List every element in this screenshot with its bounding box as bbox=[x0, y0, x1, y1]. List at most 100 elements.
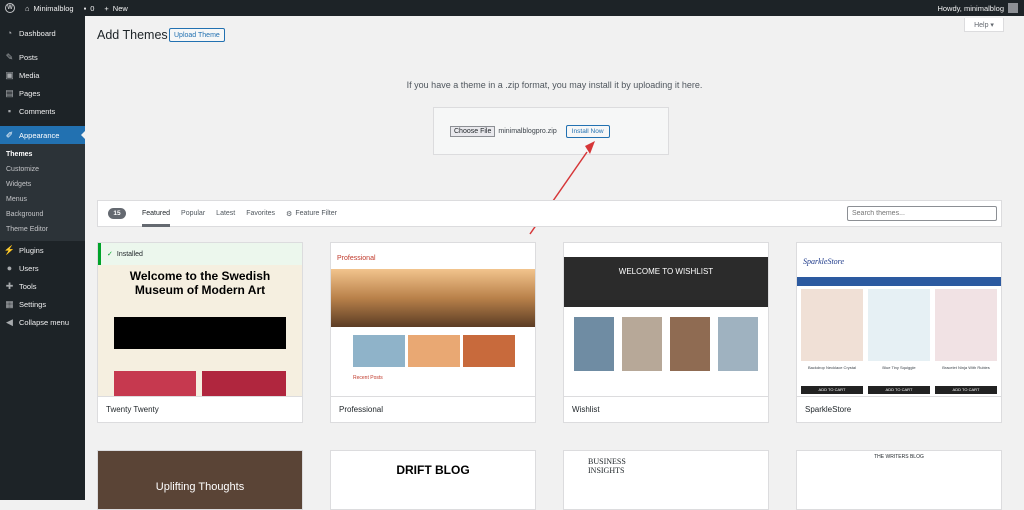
search-themes-input[interactable] bbox=[847, 206, 997, 221]
upload-theme-button[interactable]: Upload Theme bbox=[169, 28, 225, 42]
preview-block bbox=[114, 317, 286, 349]
menu-appearance[interactable]: ✐ Appearance bbox=[0, 126, 85, 144]
theme-card-row2[interactable]: DRIFT BLOG bbox=[330, 450, 536, 510]
preview-image bbox=[622, 317, 662, 371]
add-to-cart-button: ADD TO CART bbox=[935, 386, 997, 394]
menu-media[interactable]: ▣ Media bbox=[0, 66, 85, 84]
new-content-link[interactable]: + New bbox=[99, 0, 132, 16]
submenu-widgets[interactable]: Widgets bbox=[0, 177, 85, 192]
preview-product bbox=[935, 289, 997, 361]
preview-hero bbox=[564, 257, 768, 307]
pin-icon: ✎ bbox=[5, 51, 14, 62]
plug-icon: ⚡ bbox=[3, 244, 16, 255]
brush-icon: ✐ bbox=[5, 129, 14, 140]
theme-name: Professional bbox=[331, 396, 535, 422]
tab-latest[interactable]: Latest bbox=[216, 200, 235, 227]
wrench-icon: ✚ bbox=[5, 280, 14, 291]
theme-logo: SparkleStore bbox=[803, 257, 845, 266]
product-title: Blue Tiny Squiggle bbox=[882, 365, 916, 370]
preview-block bbox=[114, 371, 196, 396]
gear-icon: ⚙ bbox=[286, 210, 293, 218]
theme-headline: Uplifting Thoughts bbox=[155, 481, 245, 493]
submenu-customize[interactable]: Customize bbox=[0, 162, 85, 177]
menu-users[interactable]: ● Users bbox=[0, 259, 85, 277]
preview-product bbox=[868, 289, 930, 361]
help-tab[interactable]: Help ▾ bbox=[964, 18, 1004, 32]
theme-card-sparklestore[interactable]: SparkleStore Backdrop Necklace Crystal B… bbox=[796, 242, 1002, 423]
theme-screenshot: SparkleStore Backdrop Necklace Crystal B… bbox=[797, 243, 1001, 396]
theme-card-professional[interactable]: Professional Recent Posts Professional bbox=[330, 242, 536, 423]
product-title: Bracelet Ninja With Rubies bbox=[942, 365, 990, 370]
theme-name: Twenty Twenty bbox=[98, 396, 302, 422]
preview-image bbox=[574, 317, 614, 371]
main-content: Help ▾ Add Themes Upload Theme If you ha… bbox=[85, 16, 1024, 510]
tab-favorites[interactable]: Favorites bbox=[246, 200, 275, 227]
page-icon: ▤ bbox=[5, 87, 14, 98]
tab-featured[interactable]: Featured bbox=[142, 200, 171, 227]
wordpress-icon: W bbox=[5, 3, 15, 13]
dashboard-icon: ◔ bbox=[6, 28, 13, 38]
menu-plugins[interactable]: ⚡ Plugins bbox=[0, 241, 85, 259]
theme-name: Wishlist bbox=[564, 396, 768, 422]
preview-image bbox=[408, 335, 460, 367]
avatar bbox=[1008, 3, 1018, 13]
red-arrow-annotation bbox=[529, 141, 595, 235]
home-icon: ⌂ bbox=[25, 3, 30, 13]
theme-screenshot: ✓ Installed Welcome to the Swedish Museum… bbox=[98, 243, 302, 396]
theme-screenshot: Professional Recent Posts bbox=[331, 243, 535, 396]
theme-name: SparkleStore bbox=[797, 396, 1001, 422]
account-menu[interactable]: Howdy, minimalblog bbox=[932, 0, 1024, 16]
theme-headline: THE WRITERS BLOG bbox=[874, 454, 924, 460]
theme-card-row2[interactable]: BUSINESS INSIGHTS bbox=[563, 450, 769, 510]
admin-bar: W ⌂ Minimalblog ▪ 0 + New Howdy, minimalblo… bbox=[0, 0, 1024, 16]
submenu-theme-editor[interactable]: Theme Editor bbox=[0, 222, 85, 237]
settings-icon: ▦ bbox=[5, 298, 14, 309]
theme-filter-bar: 15 Featured Popular Latest Favorites ⚙ Fe… bbox=[97, 200, 1002, 227]
preview-nav bbox=[797, 277, 1001, 286]
theme-count-badge: 15 bbox=[108, 208, 126, 219]
menu-comments[interactable]: ▪ Comments bbox=[0, 102, 85, 120]
preview-image bbox=[463, 335, 515, 367]
theme-headline: Welcome to the Swedish Museum of Modern … bbox=[129, 269, 271, 297]
theme-card-row2[interactable]: Uplifting Thoughts bbox=[97, 450, 303, 510]
preview-image bbox=[353, 335, 405, 367]
comment-icon: ▪ bbox=[83, 3, 87, 13]
menu-dashboard[interactable]: ◔ Dashboard bbox=[0, 24, 85, 42]
theme-screenshot: WELCOME TO WISHLIST bbox=[564, 243, 768, 396]
theme-headline: WELCOME TO WISHLIST bbox=[618, 267, 714, 276]
theme-card-row2[interactable]: THE WRITERS BLOG bbox=[796, 450, 1002, 510]
theme-headline: DRIFT BLOG bbox=[396, 463, 470, 477]
menu-collapse[interactable]: ◀ Collapse menu bbox=[0, 313, 85, 331]
menu-settings[interactable]: ▦ Settings bbox=[0, 295, 85, 313]
admin-sidebar: ◔ Dashboard ✎ Posts ▣ Media ▤ Pages ▪ Comment… bbox=[0, 16, 85, 500]
menu-posts[interactable]: ✎ Posts bbox=[0, 48, 85, 66]
feature-filter-button[interactable]: ⚙ Feature Filter bbox=[286, 200, 337, 227]
appearance-submenu: Themes Customize Widgets Menus Backgroun… bbox=[0, 144, 85, 241]
theme-card-twenty-twenty[interactable]: ✓ Installed Welcome to the Swedish Museum… bbox=[97, 242, 303, 423]
media-icon: ▣ bbox=[5, 69, 14, 80]
choose-file-button[interactable]: Choose File bbox=[450, 125, 496, 137]
tab-popular[interactable]: Popular bbox=[181, 200, 205, 227]
comment-icon: ▪ bbox=[7, 106, 12, 116]
comments-link[interactable]: ▪ 0 bbox=[79, 0, 100, 16]
upload-instructions: If you have a theme in a .zip format, yo… bbox=[406, 80, 703, 90]
add-to-cart-button: ADD TO CART bbox=[868, 386, 930, 394]
theme-headline: BUSINESS INSIGHTS bbox=[588, 457, 626, 475]
preview-image bbox=[670, 317, 710, 371]
preview-image bbox=[718, 317, 758, 371]
menu-pages[interactable]: ▤ Pages bbox=[0, 84, 85, 102]
wp-logo-menu[interactable]: W bbox=[0, 0, 20, 16]
page-title: Add Themes bbox=[97, 28, 168, 42]
submenu-themes[interactable]: Themes bbox=[0, 147, 85, 162]
preview-hero bbox=[331, 269, 535, 327]
submenu-background[interactable]: Background bbox=[0, 207, 85, 222]
site-name-link[interactable]: ⌂ Minimalblog bbox=[20, 0, 79, 16]
preview-block bbox=[202, 371, 286, 396]
theme-logo: Professional bbox=[337, 255, 376, 262]
menu-tools[interactable]: ✚ Tools bbox=[0, 277, 85, 295]
plus-icon: + bbox=[104, 3, 109, 13]
installed-notice: ✓ Installed bbox=[98, 243, 302, 265]
submenu-menus[interactable]: Menus bbox=[0, 192, 85, 207]
theme-card-wishlist[interactable]: WELCOME TO WISHLIST Wishlist bbox=[563, 242, 769, 423]
collapse-icon: ◀ bbox=[6, 316, 13, 327]
